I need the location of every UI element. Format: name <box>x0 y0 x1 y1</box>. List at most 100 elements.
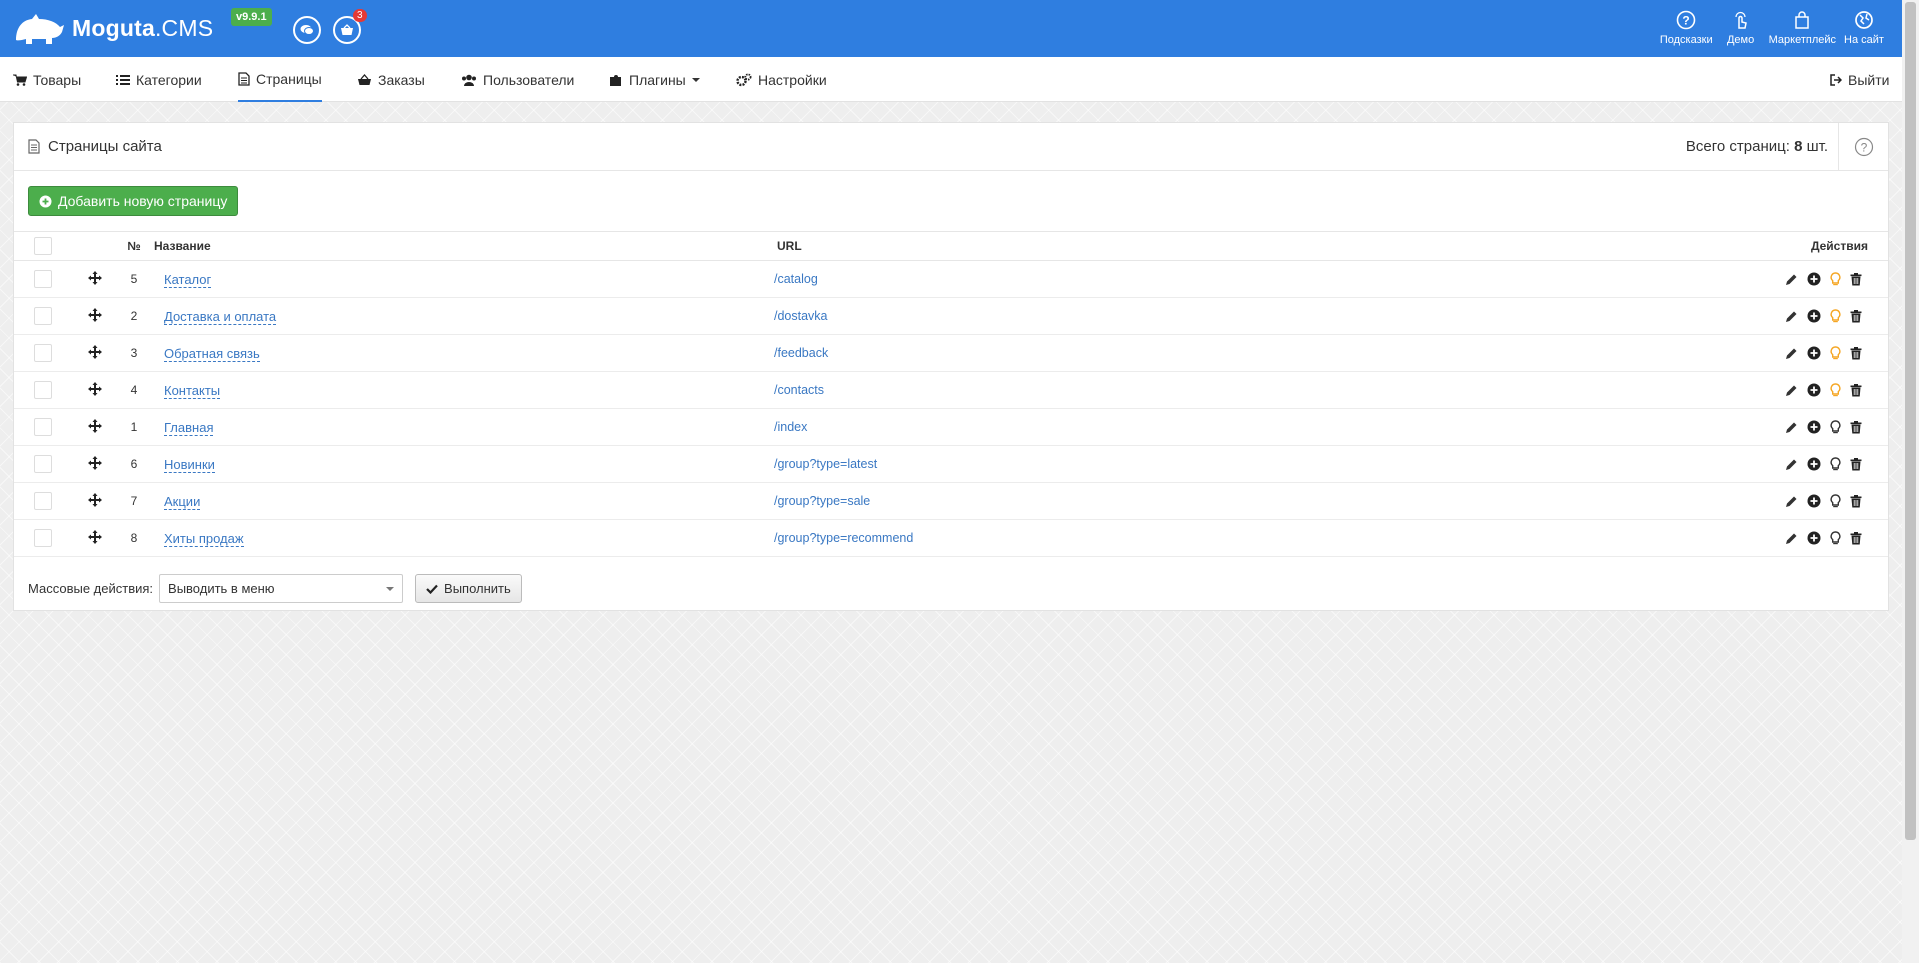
edit-pencil-icon[interactable] <box>1785 495 1798 508</box>
edit-pencil-icon[interactable] <box>1785 310 1798 323</box>
table-row: 4 Контакты/contacts <box>14 371 1888 409</box>
delete-trash-icon[interactable] <box>1850 494 1862 508</box>
page-icon <box>238 71 250 86</box>
svg-text:?: ? <box>1683 14 1690 28</box>
move-icon[interactable] <box>88 455 102 470</box>
logout-link[interactable]: Выйти <box>1830 57 1889 102</box>
visibility-bulb-icon[interactable] <box>1830 345 1841 361</box>
edit-pencil-icon[interactable] <box>1785 421 1798 434</box>
top-link-marketplace[interactable]: Маркетплейс <box>1769 10 1836 46</box>
delete-trash-icon[interactable] <box>1850 420 1862 434</box>
row-checkbox[interactable] <box>34 307 52 325</box>
row-actions <box>1415 493 1889 509</box>
add-subpage-icon[interactable] <box>1807 346 1821 360</box>
page-url: /group?type=sale <box>774 494 871 508</box>
nav-item-users[interactable]: Пользователи <box>461 57 574 102</box>
move-icon[interactable] <box>88 529 102 544</box>
list-icon <box>116 74 130 85</box>
delete-trash-icon[interactable] <box>1850 309 1862 323</box>
edit-pencil-icon[interactable] <box>1785 273 1798 286</box>
page-icon <box>28 139 40 154</box>
row-num: 3 <box>114 334 154 372</box>
page-url: /dostavka <box>774 309 828 323</box>
pages-panel: Страницы сайта Всего страниц: 8 шт. ? До… <box>13 122 1889 611</box>
question-icon: ? <box>1676 10 1696 30</box>
edit-pencil-icon[interactable] <box>1785 384 1798 397</box>
nav-item-orders[interactable]: Заказы <box>357 57 425 102</box>
page-title-link[interactable]: Новинки <box>164 456 215 473</box>
page-url: /feedback <box>774 346 829 360</box>
nav-item-categories[interactable]: Категории <box>116 57 202 102</box>
add-subpage-icon[interactable] <box>1807 383 1821 397</box>
top-links: ? Подсказки Демо Маркетплейс На сайт <box>1660 10 1886 46</box>
page-title-link[interactable]: Доставка и оплата <box>164 308 277 325</box>
nav-item-products[interactable]: Товары <box>13 57 81 102</box>
visibility-bulb-icon[interactable] <box>1830 308 1841 324</box>
chat-button[interactable] <box>293 16 321 44</box>
page-title-link[interactable]: Хиты продаж <box>164 530 244 547</box>
globe-icon <box>1855 11 1873 29</box>
visibility-bulb-icon[interactable] <box>1830 271 1841 287</box>
visibility-bulb-icon[interactable] <box>1830 456 1841 472</box>
row-checkbox[interactable] <box>34 381 52 399</box>
page-title-link[interactable]: Обратная связь <box>164 345 260 362</box>
logo[interactable]: Moguta.CMS <box>12 10 213 46</box>
execute-button[interactable]: Выполнить <box>415 574 522 603</box>
top-link-hints[interactable]: ? Подсказки <box>1660 10 1713 46</box>
delete-trash-icon[interactable] <box>1850 272 1862 286</box>
row-checkbox[interactable] <box>34 270 52 288</box>
move-icon[interactable] <box>88 418 102 433</box>
move-icon[interactable] <box>88 270 102 285</box>
move-icon[interactable] <box>88 381 102 396</box>
page-title-link[interactable]: Каталог <box>164 271 212 288</box>
top-link-to-site[interactable]: На сайт <box>1842 10 1886 46</box>
table-row: 3 Обратная связь/feedback <box>14 334 1888 372</box>
move-icon[interactable] <box>88 344 102 359</box>
add-subpage-icon[interactable] <box>1807 309 1821 323</box>
add-subpage-icon[interactable] <box>1807 531 1821 545</box>
row-actions <box>1415 456 1889 472</box>
help-button[interactable]: ? <box>1838 123 1888 171</box>
edit-pencil-icon[interactable] <box>1785 532 1798 545</box>
delete-trash-icon[interactable] <box>1850 531 1862 545</box>
chat-icon <box>300 25 314 35</box>
add-subpage-icon[interactable] <box>1807 272 1821 286</box>
nav-item-settings[interactable]: Настройки <box>736 57 827 102</box>
row-num: 1 <box>114 408 154 446</box>
visibility-bulb-icon[interactable] <box>1830 530 1841 546</box>
pages-table: № Название URL Действия 5 Каталог/catalog… <box>14 231 1888 557</box>
visibility-bulb-icon[interactable] <box>1830 419 1841 435</box>
add-subpage-icon[interactable] <box>1807 420 1821 434</box>
row-checkbox[interactable] <box>34 418 52 436</box>
add-subpage-icon[interactable] <box>1807 494 1821 508</box>
table-row: 8 Хиты продаж/group?type=recommend <box>14 519 1888 557</box>
col-header-num: № <box>114 231 154 261</box>
row-checkbox[interactable] <box>34 344 52 362</box>
delete-trash-icon[interactable] <box>1850 457 1862 471</box>
mass-action-select[interactable]: Выводить в меню <box>159 574 404 603</box>
delete-trash-icon[interactable] <box>1850 383 1862 397</box>
scroll-thumb[interactable] <box>1905 2 1916 840</box>
page-title-link[interactable]: Главная <box>164 419 214 436</box>
page-title-link[interactable]: Контакты <box>164 382 221 399</box>
row-actions <box>1415 308 1889 324</box>
top-link-demo[interactable]: Демо <box>1719 10 1763 46</box>
row-actions <box>1415 271 1889 287</box>
add-subpage-icon[interactable] <box>1807 457 1821 471</box>
edit-pencil-icon[interactable] <box>1785 347 1798 360</box>
edit-pencil-icon[interactable] <box>1785 458 1798 471</box>
visibility-bulb-icon[interactable] <box>1830 493 1841 509</box>
visibility-bulb-icon[interactable] <box>1830 382 1841 398</box>
row-checkbox[interactable] <box>34 455 52 473</box>
page-title-link[interactable]: Акции <box>164 493 201 510</box>
page-scrollbar[interactable] <box>1902 0 1919 963</box>
row-checkbox[interactable] <box>34 529 52 547</box>
nav-item-pages[interactable]: Страницы <box>238 57 322 102</box>
delete-trash-icon[interactable] <box>1850 346 1862 360</box>
move-icon[interactable] <box>88 307 102 322</box>
select-all-checkbox[interactable] <box>34 237 52 255</box>
add-page-button[interactable]: Добавить новую страницу <box>28 186 239 216</box>
move-icon[interactable] <box>88 492 102 507</box>
nav-item-plugins[interactable]: Плагины <box>609 57 700 102</box>
row-checkbox[interactable] <box>34 492 52 510</box>
